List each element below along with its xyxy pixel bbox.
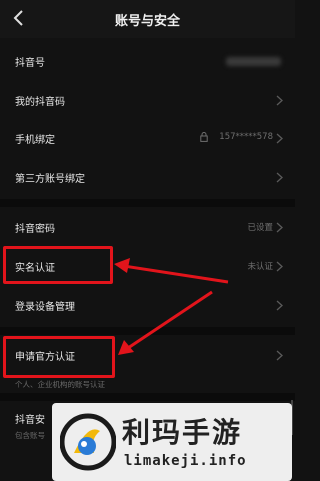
chevron-right-icon — [276, 95, 283, 106]
chevron-right-icon — [276, 350, 283, 361]
realname-status: 未认证 — [247, 262, 273, 272]
phone-number-value: 157*****578 — [219, 132, 273, 142]
section-divider — [0, 199, 295, 207]
row-phone-binding[interactable]: 手机绑定 157*****578 — [0, 120, 295, 158]
watermark-url: limakeji.info — [124, 453, 247, 469]
chevron-right-icon — [276, 133, 283, 144]
official-verification-hint: 个人、企业机构的账号认证 — [15, 380, 105, 389]
row-my-code[interactable]: 我的抖音码 — [0, 82, 295, 120]
highlight-box-official — [3, 336, 115, 378]
section-divider — [0, 327, 295, 335]
my-code-label: 我的抖音码 — [15, 97, 65, 108]
nav-header: 账号与安全 — [0, 0, 295, 38]
douyin-id-label: 抖音号 — [15, 58, 45, 69]
row-password[interactable]: 抖音密码 已设置 — [0, 209, 295, 247]
watermark-title: 利玛手游 — [122, 416, 243, 449]
security-label: 抖音安 — [15, 415, 45, 426]
chevron-right-icon — [276, 172, 283, 183]
password-status: 已设置 — [247, 223, 273, 233]
highlight-box-realname — [3, 246, 113, 284]
lock-icon — [200, 132, 208, 142]
chevron-right-icon — [276, 222, 283, 233]
chevron-right-icon — [276, 261, 283, 272]
watermark-logo-icon — [60, 413, 116, 471]
chevron-right-icon — [276, 300, 283, 311]
douyin-id-value-blurred — [226, 57, 281, 66]
device-management-label: 登录设备管理 — [15, 302, 75, 313]
page-title: 账号与安全 — [114, 14, 180, 29]
row-third-party-binding[interactable]: 第三方账号绑定 — [0, 159, 295, 197]
password-label: 抖音密码 — [15, 224, 55, 235]
row-device-management[interactable]: 登录设备管理 — [0, 287, 295, 325]
security-hint: 包含账号 — [15, 431, 45, 440]
third-party-label: 第三方账号绑定 — [15, 174, 85, 185]
phone-binding-label: 手机绑定 — [15, 135, 55, 146]
row-douyin-id[interactable]: 抖音号 — [0, 43, 295, 81]
watermark-banner: 利玛手游 limakeji.info — [52, 403, 292, 481]
